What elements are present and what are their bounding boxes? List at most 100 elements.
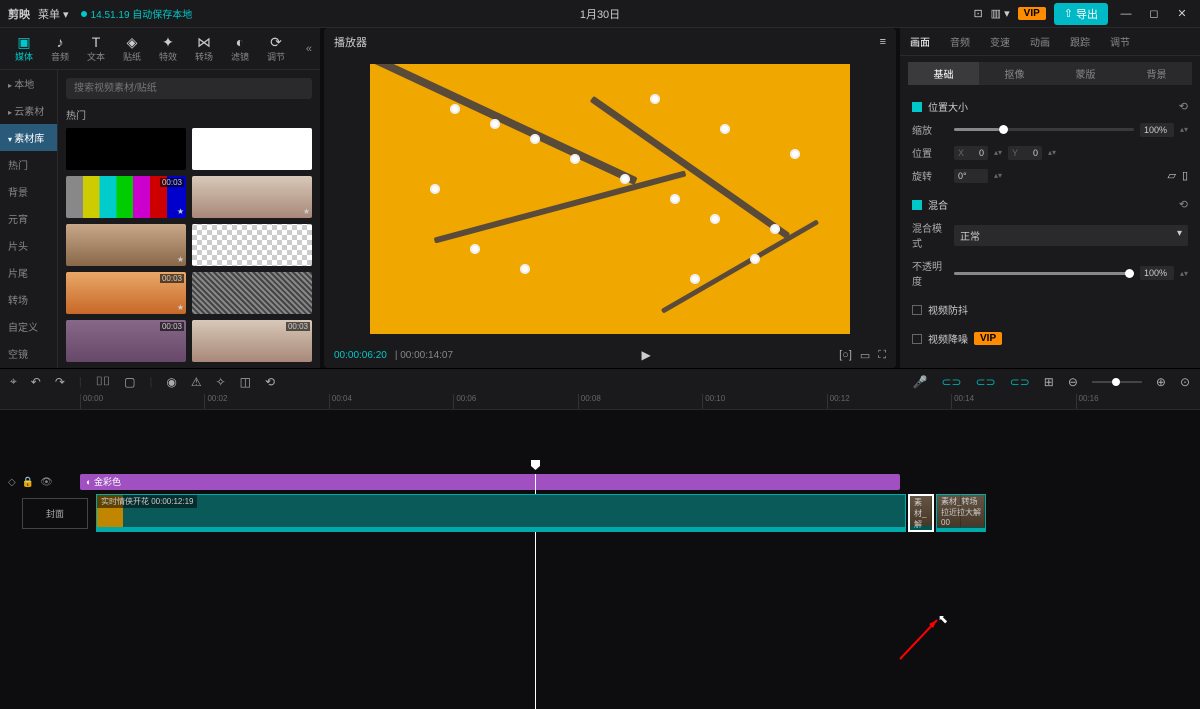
feedback-icon[interactable]: ⊡	[973, 7, 982, 20]
flip-v-icon[interactable]: ▯	[1182, 169, 1188, 182]
minimize-button[interactable]: —	[1116, 8, 1136, 20]
subtab-cutout[interactable]: 抠像	[979, 62, 1050, 85]
blend-checkbox[interactable]	[912, 200, 922, 210]
magnet-icon[interactable]: ⊂⊃	[941, 375, 961, 389]
video-clip[interactable]: 素材_转场 拉近拉大解 00	[936, 494, 986, 532]
export-button[interactable]: ⇧ 导出	[1054, 3, 1108, 25]
layout-icon[interactable]: ▥ ▾	[991, 7, 1010, 20]
media-thumb[interactable]: 00:03★	[66, 176, 186, 218]
preview-menu-icon[interactable]: ≡	[880, 36, 886, 48]
tab-track[interactable]: 跟踪	[1060, 28, 1100, 55]
sidebar-item-hot[interactable]: 热门	[0, 151, 57, 178]
pos-y-input[interactable]: Y0	[1008, 146, 1042, 160]
timeline-ruler[interactable]: 00:00 00:02 00:04 00:06 00:08 00:10 00:1…	[0, 394, 1200, 410]
nav-sticker[interactable]: ◈贴纸	[116, 34, 148, 63]
pos-size-checkbox[interactable]	[912, 102, 922, 112]
reverse-tool[interactable]: ⟲	[265, 375, 275, 389]
record-tool[interactable]: ⚠	[191, 375, 202, 389]
mic-icon[interactable]: 🎤	[912, 375, 927, 389]
media-thumb[interactable]: ★	[66, 224, 186, 266]
timeline-tracks[interactable]: ◇🔒👁 ◐ 金彩色 封面 实时情侠开花 00:00:12:19 素材_解 素材_…	[0, 474, 1200, 709]
media-thumb[interactable]	[192, 128, 312, 170]
opacity-stepper[interactable]: ▴▾	[1180, 269, 1188, 278]
vip-badge[interactable]: VIP	[1018, 7, 1046, 20]
subtab-basic[interactable]: 基础	[908, 62, 979, 85]
delete-tool[interactable]: ▢	[124, 375, 135, 389]
nav-filter[interactable]: ◐滤镜	[224, 34, 256, 63]
zoom-slider[interactable]	[1092, 381, 1142, 383]
scale-slider[interactable]	[954, 128, 1134, 131]
media-thumb[interactable]	[192, 272, 312, 314]
scale-value[interactable]: 100%	[1140, 123, 1174, 137]
preview-cut-icon[interactable]: ⊂⊃	[1010, 375, 1030, 389]
media-thumb[interactable]	[66, 128, 186, 170]
media-thumb[interactable]: 00:03★	[66, 272, 186, 314]
crop-tool[interactable]: ◫	[240, 375, 251, 389]
subtab-mask[interactable]: 蒙版	[1050, 62, 1121, 85]
sidebar-item-outro[interactable]: 片尾	[0, 259, 57, 286]
denoise-checkbox[interactable]	[912, 334, 922, 344]
reset-icon[interactable]: ⟲	[1179, 198, 1188, 211]
sidebar-item-local[interactable]: 本地	[0, 70, 57, 97]
play-button[interactable]: ▶	[641, 348, 650, 362]
rotation-stepper[interactable]: ▴▾	[994, 171, 1002, 180]
menu-dropdown[interactable]: 菜单 ▾	[38, 6, 69, 22]
zoom-fit-icon[interactable]: ⊙	[1180, 375, 1190, 389]
zoom-out-icon[interactable]: ⊖	[1068, 375, 1078, 389]
nav-effect[interactable]: ✦特效	[152, 34, 184, 63]
sidebar-item-library[interactable]: 素材库	[0, 124, 57, 151]
undo-button[interactable]: ↶	[31, 375, 41, 389]
video-clip-main[interactable]: 实时情侠开花 00:00:12:19	[96, 494, 906, 532]
ratio-icon[interactable]: ▭	[860, 349, 870, 362]
sidebar-item-empty[interactable]: 空镜	[0, 340, 57, 367]
cover-button[interactable]: 封面	[22, 498, 88, 529]
tab-animation[interactable]: 动画	[1020, 28, 1060, 55]
sidebar-item-intro[interactable]: 片头	[0, 232, 57, 259]
subtab-bg[interactable]: 背景	[1121, 62, 1192, 85]
nav-adjust[interactable]: ⟳调节	[260, 34, 292, 63]
sidebar-item-couple[interactable]: 情侣图库	[0, 367, 57, 368]
original-ratio-icon[interactable]: [○]	[839, 349, 852, 361]
media-thumb[interactable]: 00:03	[192, 320, 312, 362]
nav-media[interactable]: ▣媒体	[8, 34, 40, 63]
preview-viewport[interactable]	[324, 56, 896, 342]
filter-track-head[interactable]: ◇🔒👁	[0, 477, 80, 488]
close-button[interactable]: ✕	[1172, 7, 1192, 20]
search-input[interactable]	[66, 78, 312, 99]
fullscreen-icon[interactable]: ⛶	[878, 349, 886, 362]
media-thumb[interactable]	[192, 224, 312, 266]
cursor-tool[interactable]: ⌖	[10, 374, 17, 389]
sidebar-item-trans[interactable]: 转场	[0, 286, 57, 313]
reset-icon[interactable]: ⟲	[1179, 100, 1188, 113]
collapse-icon[interactable]: «	[306, 43, 312, 55]
video-clip-selected[interactable]: 素材_解	[908, 494, 934, 532]
sidebar-item-lantern[interactable]: 元宵	[0, 205, 57, 232]
tab-audio[interactable]: 音频	[940, 28, 980, 55]
pos-x-stepper[interactable]: ▴▾	[994, 148, 1002, 157]
zoom-in-icon[interactable]: ⊕	[1156, 375, 1166, 389]
redo-button[interactable]: ↷	[55, 375, 65, 389]
opacity-value[interactable]: 100%	[1140, 266, 1174, 280]
narrate-tool[interactable]: ◉	[166, 375, 176, 389]
link-icon[interactable]: ⊂⊃	[976, 375, 996, 389]
filter-clip[interactable]: ◐ 金彩色	[80, 474, 900, 490]
tab-picture[interactable]: 画面	[900, 28, 940, 55]
stabilize-checkbox[interactable]	[912, 305, 922, 315]
pos-x-input[interactable]: X0	[954, 146, 988, 160]
nav-text[interactable]: T文本	[80, 34, 112, 63]
pos-y-stepper[interactable]: ▴▾	[1048, 148, 1056, 157]
track-adjust-icon[interactable]: ⊞	[1044, 375, 1054, 389]
media-thumb[interactable]: ★	[192, 176, 312, 218]
tab-adjust[interactable]: 调节	[1100, 28, 1140, 55]
maximize-button[interactable]: ◻	[1144, 7, 1164, 20]
freeze-tool[interactable]: ✧	[216, 375, 226, 389]
blend-mode-select[interactable]: 正常▾	[954, 225, 1188, 246]
nav-audio[interactable]: ♪音频	[44, 34, 76, 63]
sidebar-item-custom[interactable]: 自定义	[0, 313, 57, 340]
sidebar-item-bg[interactable]: 背景	[0, 178, 57, 205]
flip-h-icon[interactable]: ▱	[1167, 169, 1175, 182]
rotation-input[interactable]: 0°	[954, 169, 988, 183]
tab-speed[interactable]: 变速	[980, 28, 1020, 55]
media-thumb[interactable]: 00:03	[66, 320, 186, 362]
scale-stepper[interactable]: ▴▾	[1180, 125, 1188, 134]
